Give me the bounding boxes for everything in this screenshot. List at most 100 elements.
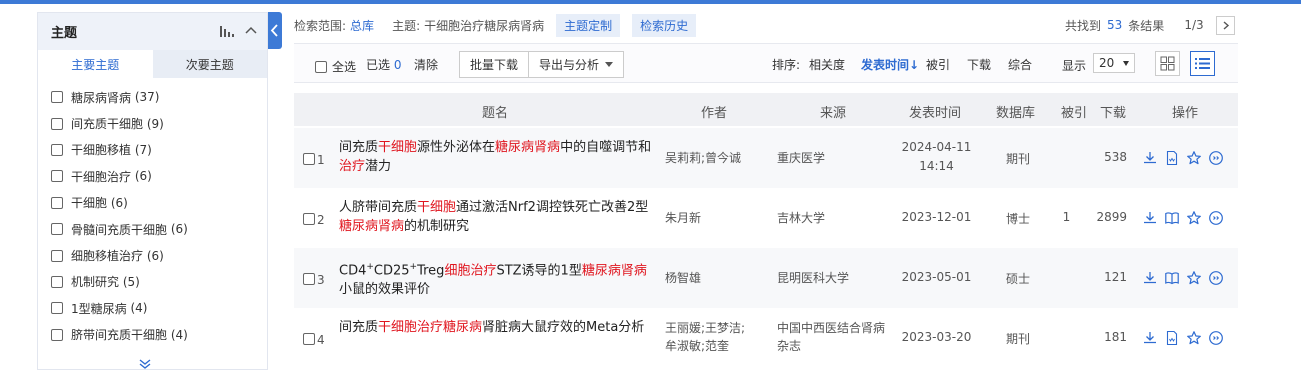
favorite-star-icon[interactable] (1186, 210, 1202, 226)
article-title-link[interactable]: CD4+CD25+Treg细胞治疗STZ诱导的1型糖尿病肾病小鼠的效果评价 (339, 258, 654, 299)
row-checkbox[interactable] (303, 333, 315, 345)
checkbox[interactable] (51, 117, 63, 130)
page-size-select[interactable]: 20 (1093, 53, 1135, 73)
select-all-checkbox[interactable] (315, 60, 327, 73)
topic-label: 细胞移植治疗 (71, 249, 144, 264)
topic-count: (7) (134, 142, 152, 157)
selected-count: 0 (393, 58, 402, 72)
topic-item[interactable]: 骨髓间充质干细胞 (6) (38, 216, 267, 242)
topic-item[interactable]: 1型糖尿病 (4) (38, 295, 267, 321)
checkbox[interactable] (51, 91, 63, 104)
topic-count: (37) (134, 90, 160, 105)
topic-item[interactable]: 糖尿病肾病 (37) (38, 84, 267, 110)
chart-icon[interactable] (220, 26, 234, 37)
chevron-double-down-icon[interactable] (138, 358, 152, 370)
topic-label: 干细胞移植 (71, 143, 132, 158)
topic-item[interactable]: 机制研究 (5) (38, 269, 267, 295)
col-source: 来源 (820, 106, 847, 121)
tab-secondary-topic[interactable]: 次要主题 (152, 50, 267, 78)
topic-filter-title: 主题 (51, 26, 78, 41)
row-index: 4 (317, 333, 325, 347)
select-all[interactable]: 全选 (315, 58, 356, 75)
html-read-icon[interactable] (1164, 330, 1180, 346)
book-read-icon[interactable] (1164, 210, 1180, 226)
topic-item[interactable]: 细胞移植治疗 (6) (38, 242, 267, 268)
chevron-up-icon[interactable] (245, 25, 257, 37)
checkbox[interactable] (51, 302, 63, 315)
topic-item[interactable]: 干细胞治疗 (6) (38, 163, 267, 189)
list-view-button[interactable] (1190, 51, 1215, 76)
checkbox[interactable] (51, 196, 63, 209)
title-part: 人脐带间充质 (339, 200, 418, 215)
sidebar-collapse-button[interactable] (268, 12, 282, 49)
sort-citations[interactable]: 被引 (926, 56, 950, 73)
article-title-link[interactable]: 人脐带间充质干细胞通过激活Nrf2调控铁死亡改善2型糖尿病肾病的机制研究 (339, 198, 654, 236)
checkbox[interactable] (51, 275, 63, 288)
caret-down-icon (1123, 61, 1129, 66)
batch-download-button[interactable]: 批量下载 (460, 52, 528, 77)
download-icon[interactable] (1142, 270, 1158, 286)
sort-overall[interactable]: 综合 (1008, 56, 1032, 73)
publish-date: 2024-04-11 14:14 (894, 138, 979, 176)
tab-primary-topic[interactable]: 主要主题 (38, 50, 153, 78)
checkbox[interactable] (51, 249, 63, 262)
favorite-star-icon[interactable] (1186, 150, 1202, 166)
topic-list: 糖尿病肾病 (37) 间充质干细胞 (9) 干细胞移植 (7) 干细胞治疗 (6… (38, 78, 267, 348)
download-icon[interactable] (1142, 210, 1158, 226)
source-link[interactable]: 重庆医学 (777, 149, 892, 167)
quote-icon[interactable] (1208, 150, 1224, 166)
source-link[interactable]: 昆明医科大学 (777, 269, 892, 287)
download-icon[interactable] (1142, 150, 1158, 166)
row-checkbox[interactable] (303, 213, 315, 225)
download-icon[interactable] (1142, 330, 1158, 346)
arrow-down-icon: ↓ (909, 58, 920, 72)
author-link[interactable]: 王丽媛;王梦洁;牟淑敏;范奎 (665, 319, 747, 355)
title-part: 源性外泌体在 (417, 140, 496, 155)
topic-item[interactable]: 脐带间充质干细胞 (4) (38, 322, 267, 348)
book-read-icon[interactable] (1164, 270, 1180, 286)
database: 博士 (1005, 212, 1030, 226)
row-checkbox[interactable] (303, 273, 315, 285)
table-row: 4 间充质干细胞治疗糖尿病肾脏病大鼠疗效的Meta分析 王丽媛;王梦洁;牟淑敏;… (294, 308, 1238, 368)
scope-value[interactable]: 总库 (350, 17, 374, 34)
topic-item[interactable]: 干细胞移植 (7) (38, 137, 267, 163)
favorite-star-icon[interactable] (1186, 270, 1202, 286)
favorite-star-icon[interactable] (1186, 330, 1202, 346)
sort-downloads[interactable]: 下载 (967, 56, 991, 73)
row-actions (1142, 150, 1224, 166)
search-history-button[interactable]: 检索历史 (632, 13, 697, 37)
topic-item[interactable]: 干细胞 (6) (38, 190, 267, 216)
title-highlight: 干细胞治疗糖尿病 (378, 320, 483, 335)
export-analysis-button[interactable]: 导出与分析 (528, 52, 623, 77)
clear-button[interactable]: 清除 (414, 56, 438, 73)
quote-icon[interactable] (1208, 210, 1224, 226)
html-read-icon[interactable] (1164, 150, 1180, 166)
checkbox[interactable] (51, 328, 63, 341)
article-title-link[interactable]: 间充质干细胞治疗糖尿病肾脏病大鼠疗效的Meta分析 (339, 318, 654, 337)
author-link[interactable]: 杨智雄 (665, 269, 747, 287)
source-link[interactable]: 中国中西医结合肾病杂志 (777, 319, 892, 355)
author-link[interactable]: 朱月新 (665, 209, 747, 227)
grid-view-button[interactable] (1155, 51, 1180, 76)
citation-count[interactable]: 1 (1054, 210, 1079, 224)
article-title-link[interactable]: 间充质干细胞源性外泌体在糖尿病肾病中的自噬调节和治疗潜力 (339, 138, 654, 176)
source-link[interactable]: 吉林大学 (777, 209, 892, 227)
checkbox[interactable] (51, 143, 63, 156)
sort-relevance[interactable]: 相关度 (809, 56, 845, 73)
topic-label: 主题: (392, 18, 421, 33)
title-part: 间充质 (339, 320, 379, 335)
quote-icon[interactable] (1208, 270, 1224, 286)
title-part: Treg (417, 263, 445, 279)
next-page-button[interactable] (1216, 16, 1235, 35)
checkbox[interactable] (51, 170, 63, 183)
quote-icon[interactable] (1208, 330, 1224, 346)
checkbox[interactable] (51, 223, 63, 236)
database: 期刊 (1005, 152, 1030, 166)
row-checkbox[interactable] (303, 153, 315, 165)
author-link[interactable]: 吴莉莉;曾今诚 (665, 149, 747, 167)
topic-custom-button[interactable]: 主题定制 (556, 13, 621, 37)
sort-publish-date[interactable]: 发表时间↓ (861, 56, 919, 73)
topic-item[interactable]: 间充质干细胞 (9) (38, 110, 267, 136)
title-part: CD4 (339, 263, 367, 279)
col-title[interactable]: 题名 (482, 102, 508, 121)
